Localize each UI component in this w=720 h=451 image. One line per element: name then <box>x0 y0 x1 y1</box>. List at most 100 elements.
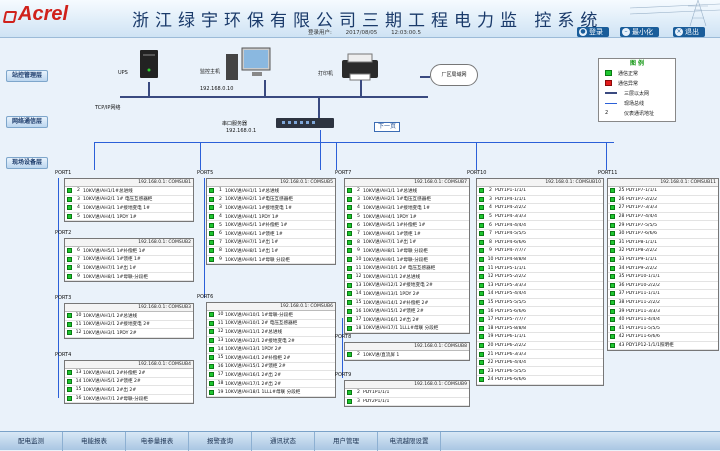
device-row[interactable]: 14 10KV进/AH5/1 2#馈柜 2# <box>65 378 193 387</box>
nav-button-4[interactable]: 报警查询 <box>189 432 252 451</box>
device-row[interactable]: 1 10KV进/AH1/1 1#总进线 <box>207 187 335 196</box>
device-row[interactable]: 2 10KV进/AH1/1#总进线 <box>65 187 193 196</box>
device-row[interactable]: 13 10KV进/AH12/1 2#接地变电 2# <box>345 282 469 291</box>
nav-button-7[interactable]: 电流越限设置 <box>378 432 441 451</box>
device-row[interactable]: 7 PDY1P4-5/5/5 <box>477 230 603 239</box>
device-row[interactable]: 8 10KV进/AH7/1 1#出 1# <box>345 239 469 248</box>
device-row[interactable]: 17 PDY1P5-7/7/7 <box>477 316 603 325</box>
device-row[interactable]: 14 10KV进/AH13/1 1PDY 2# <box>207 345 335 354</box>
nav-button-5[interactable]: 通讯状态 <box>252 432 315 451</box>
exit-button[interactable]: × 退出 <box>673 27 705 37</box>
device-row[interactable]: 21 PDY1P6-3/3/3 <box>477 350 603 359</box>
device-row[interactable]: 29 PDY1P7-5/5/5 <box>608 221 718 230</box>
device-row[interactable]: 12 10KV进/AH3/1 1PDY 2# <box>65 329 193 338</box>
device-row[interactable]: 11 10KV进/AH10/1 2# 电压互感器柜 <box>345 264 469 273</box>
device-row[interactable]: 2 PDY1P1-1/1/1 <box>477 187 603 196</box>
device-row[interactable]: 10 10KV进/AH1/1 2#总进线 <box>65 312 193 321</box>
device-row[interactable]: 6 PDY1P4-4/4/4 <box>477 221 603 230</box>
device-row[interactable]: 6 10KV进/AH6/1 1#馈柜 1# <box>207 230 335 239</box>
device-row[interactable]: 16 10KV进/AH15/1 2#馈柜 2# <box>345 307 469 316</box>
device-row[interactable]: 18 PDY1P5-8/8/8 <box>477 325 603 334</box>
login-button[interactable]: ● 登录 <box>577 27 609 37</box>
device-row[interactable]: 39 PDY1P11-3/3/3 <box>608 307 718 316</box>
device-row[interactable]: 18 10KV进/AH17/1 1LLL#母联 分段柜 <box>345 325 469 334</box>
device-row[interactable]: 28 PDY1P7-4/4/4 <box>608 213 718 222</box>
device-row[interactable]: 10 PDY1P4-8/8/8 <box>477 256 603 265</box>
device-row[interactable]: 6 10KV进/AH5/1 1#补偿柜 1# <box>345 221 469 230</box>
device-row[interactable]: 40 PDY1P11-4/4/4 <box>608 316 718 325</box>
nav-button-3[interactable]: 电参量报表 <box>126 432 189 451</box>
nav-button-6[interactable]: 用户管理 <box>315 432 378 451</box>
device-row[interactable]: 43 PDY1P12-1/1/1照明柜 <box>608 342 718 351</box>
device-row[interactable]: 8 10KV进/AH8/1 1#出 1# <box>207 247 335 256</box>
device-row[interactable]: 37 PDY1P11-1/1/1 <box>608 290 718 299</box>
device-row[interactable]: 3 PDY1P4-1/1/1 <box>477 196 603 205</box>
device-row[interactable]: 15 10KV进/AH14/1 2#补偿柜 2# <box>207 354 335 363</box>
device-row[interactable]: 12 10KV进/AH11/1 2#总进线 <box>345 273 469 282</box>
device-row[interactable]: 7 10KV进/AH6/1 1#馈柜 1# <box>345 230 469 239</box>
device-row[interactable]: 12 10KV进/AH11/1 2#总进线 <box>207 328 335 337</box>
device-row[interactable]: 9 10KV进/AH9/1 1#母联 分段柜 <box>207 256 335 265</box>
device-row[interactable]: 2 PDY1P1/1/1 <box>345 389 469 398</box>
device-row[interactable]: 14 10KV进/AH13/1 1PDY 2# <box>345 290 469 299</box>
device-row[interactable]: 24 PDY1P6-6/6/6 <box>477 376 603 385</box>
device-row[interactable]: 7 10KV进/AH6/1 1#馈柜 1# <box>65 256 193 265</box>
device-row[interactable]: 5 10KV进/AH5/1 1#补偿柜 1# <box>207 221 335 230</box>
device-row[interactable]: 5 10KV进/AH4/1 1PDY 1# <box>65 213 193 222</box>
device-row[interactable]: 17 10KV进/AH16/1 2#出 2# <box>207 371 335 380</box>
device-row[interactable]: 9 PDY1P4-7/7/7 <box>477 247 603 256</box>
device-row[interactable]: 16 10KV进/AH15/1 2#馈柜 2# <box>207 363 335 372</box>
device-row[interactable]: 2 10KV进/AH2/1 1#电压互感器柜 <box>207 196 335 205</box>
device-row[interactable]: 26 PDY1P7-2/2/2 <box>608 196 718 205</box>
device-row[interactable]: 11 PDY1P5-1/1/1 <box>477 264 603 273</box>
device-row[interactable]: 11 10KV进/AH10/1 2# 电压互感器柜 <box>207 320 335 329</box>
device-row[interactable]: 15 10KV进/AH14/1 2#补偿柜 2# <box>345 299 469 308</box>
device-row[interactable]: 41 PDY1P11-5/5/5 <box>608 325 718 334</box>
device-row[interactable]: 15 PDY1P5-5/5/5 <box>477 299 603 308</box>
device-row[interactable]: 33 PDY1P9-1/1/1 <box>608 256 718 265</box>
minimize-button[interactable]: – 最小化 <box>620 27 659 37</box>
device-row[interactable]: 13 PDY1P5-3/3/3 <box>477 282 603 291</box>
device-row[interactable]: 31 PDY1P8-1/1/1 <box>608 239 718 248</box>
device-row[interactable]: 18 10KV进/AH17/1 2#出 2# <box>207 380 335 389</box>
device-row[interactable]: 8 PDY1P4-6/6/6 <box>477 239 603 248</box>
device-row[interactable]: 10 10KV进/AH9/1 1#母联-分段柜 <box>345 256 469 265</box>
device-row[interactable]: 20 PDY1P6-2/2/2 <box>477 342 603 351</box>
device-row[interactable]: 32 PDY1P8-2/2/2 <box>608 247 718 256</box>
device-row[interactable]: 38 PDY1P11-2/2/2 <box>608 299 718 308</box>
device-row[interactable]: 7 10KV进/AH7/1 1#出 1# <box>207 239 335 248</box>
device-row[interactable]: 35 PDY1P10-1/1/1 <box>608 273 718 282</box>
device-row[interactable]: 2 10KV进/直流屏 1 <box>345 351 469 360</box>
device-row[interactable]: 34 PDY1P9-2/2/2 <box>608 264 718 273</box>
device-row[interactable]: 27 PDY1P7-3/3/3 <box>608 204 718 213</box>
device-row[interactable]: 13 10KV进/AH12/1 2#接地变电 2# <box>207 337 335 346</box>
device-row[interactable]: 5 PDY1P4-3/3/3 <box>477 213 603 222</box>
device-row[interactable]: 3 PDY2P1/1/1 <box>345 398 469 407</box>
device-row[interactable]: 14 PDY1P5-4/4/4 <box>477 290 603 299</box>
nav-button-1[interactable]: 配电监测 <box>0 432 63 451</box>
device-row[interactable]: 3 10KV进/AH2/1 1# 电压互感器柜 <box>65 196 193 205</box>
device-row[interactable]: 10 10KV进/AH10/1 1#母联-分段柜 <box>207 311 335 320</box>
device-row[interactable]: 8 10KV进/AH7/1 1#出 1# <box>65 264 193 273</box>
device-row[interactable]: 22 PDY1P6-4/4/4 <box>477 359 603 368</box>
device-row[interactable]: 36 PDY1P10-2/2/2 <box>608 282 718 291</box>
device-row[interactable]: 17 10KV进/AH16/1 2#出 2# <box>345 316 469 325</box>
device-row[interactable]: 23 PDY1P6-5/5/5 <box>477 367 603 377</box>
device-row[interactable]: 4 10KV进/AH3/1 1#接地变电 1# <box>65 204 193 213</box>
device-row[interactable]: 9 10KV进/AH8/1 1#母联 分段柜 <box>345 247 469 256</box>
device-row[interactable]: 2 10KV进/AH1/1 1#总进线 <box>345 187 469 196</box>
device-row[interactable]: 19 PDY1P6-1/1/1 <box>477 333 603 342</box>
device-row[interactable]: 13 10KV进/AH4/1 2#补偿柜 2# <box>65 369 193 378</box>
device-row[interactable]: 19 10KV进/AH18/1 1LLL#母联 分段柜 <box>207 388 335 397</box>
device-row[interactable]: 25 PDY1P7-1/1/1 <box>608 187 718 196</box>
nav-button-2[interactable]: 电能报表 <box>63 432 126 451</box>
device-row[interactable]: 11 10KV进/AH2/1 2#接地变电 2# <box>65 321 193 330</box>
next-page-button[interactable]: 下一页 <box>374 122 400 132</box>
device-row[interactable]: 4 10KV进/AH4/1 1PDY 1# <box>207 213 335 222</box>
device-row[interactable]: 42 PDY1P11-6/6/6 <box>608 333 718 342</box>
device-row[interactable]: 12 PDY1P5-2/2/2 <box>477 273 603 282</box>
device-row[interactable]: 4 10KV进/AH3/1 1#接地变电 1# <box>345 204 469 213</box>
device-row[interactable]: 15 10KV进/AH6/1 2#出 2# <box>65 386 193 395</box>
device-row[interactable]: 5 10KV进/AH4/1 1PDY 1# <box>345 213 469 222</box>
device-row[interactable]: 3 10KV进/AH3/1 1#接地变电 1# <box>207 204 335 213</box>
